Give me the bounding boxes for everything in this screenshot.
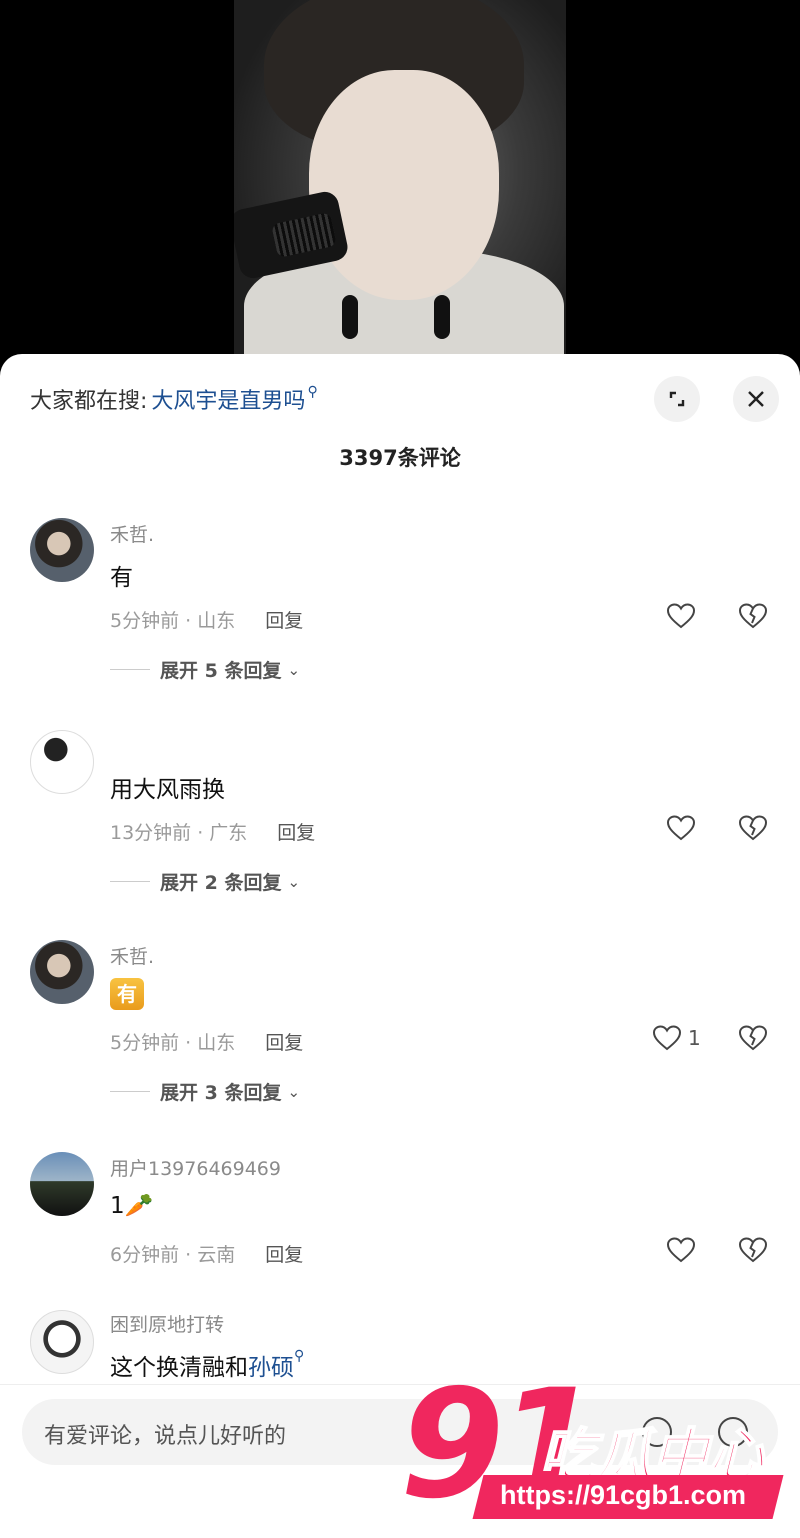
like-button[interactable] [666, 1236, 696, 1264]
reply-button[interactable]: 回复 [265, 1028, 303, 1055]
expand-replies-label: 展开 3 条回复 [160, 1082, 282, 1104]
expand-replies-button[interactable]: 展开 5 条回复 ⌄ [110, 656, 300, 683]
dislike-button[interactable] [738, 602, 768, 634]
comment-text: 有 [110, 978, 144, 1010]
comment-meta: 5分钟前 · 山东 回复 [110, 1028, 303, 1055]
avatar[interactable] [30, 1310, 94, 1374]
avatar[interactable] [30, 1152, 94, 1216]
divider [110, 669, 150, 670]
expand-replies-button[interactable]: 展开 3 条回复 ⌄ [110, 1078, 300, 1105]
expand-icon [669, 391, 685, 407]
watermark-url: https://91cgb1.com [500, 1480, 747, 1510]
heart-icon [666, 1237, 696, 1263]
comment-text-prefix: 这个换清融和 [110, 1355, 248, 1381]
search-suggestion[interactable]: 大家都在搜: 大风宇是直男吗 ⚲ [30, 376, 318, 422]
search-icon: ⚲ [294, 1348, 305, 1364]
video-frame [234, 0, 566, 380]
chevron-down-icon: ⌄ [287, 872, 301, 891]
avatar[interactable] [30, 730, 94, 794]
divider [110, 881, 150, 882]
heart-icon [666, 603, 696, 629]
like-count: 1 [688, 1026, 701, 1050]
dislike-button[interactable] [738, 814, 768, 846]
dislike-button[interactable] [738, 1236, 768, 1268]
video-earbud-right [434, 295, 450, 339]
comment-search-link[interactable]: 孙硕 [248, 1355, 294, 1381]
comment-meta: 13分钟前 · 广东 回复 [110, 818, 315, 845]
video-earbud-left [342, 295, 358, 339]
chevron-down-icon: ⌄ [287, 1082, 301, 1101]
comment-time-location: 6分钟前 · 云南 [110, 1244, 236, 1266]
comment-count: 3397条评论 [339, 446, 461, 470]
dislike-button[interactable] [738, 1024, 768, 1056]
search-icon: ⚲ [307, 384, 318, 400]
reply-button[interactable]: 回复 [265, 1240, 303, 1267]
like-button[interactable]: 1 [652, 1024, 701, 1052]
chevron-down-icon: ⌄ [287, 660, 301, 679]
heart-icon [666, 815, 696, 841]
comment-username[interactable]: 禾哲. [110, 942, 154, 969]
comment-time-location: 13分钟前 · 广东 [110, 822, 248, 844]
expand-replies-label: 展开 2 条回复 [160, 872, 282, 894]
avatar[interactable] [30, 940, 94, 1004]
comment-text: 这个换清融和孙硕⚲ [110, 1348, 304, 1382]
watermark: 91 吃瓜中心 https://91cgb1.com [400, 1370, 790, 1530]
comment-username[interactable]: 用户13976469469 [110, 1154, 281, 1181]
comment-meta: 5分钟前 · 山东 回复 [110, 606, 303, 633]
heart-icon [652, 1025, 682, 1051]
comment-time-location: 5分钟前 · 山东 [110, 610, 236, 632]
expand-replies-button[interactable]: 展开 2 条回复 ⌄ [110, 868, 300, 895]
comment-time-location: 5分钟前 · 山东 [110, 1032, 236, 1054]
comment-text: 1🥕 [110, 1193, 154, 1219]
comment-username[interactable]: 困到原地打转 [110, 1310, 224, 1337]
comment-meta: 6分钟前 · 云南 回复 [110, 1240, 303, 1267]
video-player[interactable] [0, 0, 800, 380]
expand-button[interactable] [654, 376, 700, 422]
comment-text: 用大风雨换 [110, 777, 225, 803]
comment-input-placeholder: 有爱评论，说点儿好听的 [44, 1424, 287, 1449]
close-button[interactable] [733, 376, 779, 422]
like-button[interactable] [666, 814, 696, 842]
broken-heart-icon [738, 1237, 768, 1263]
broken-heart-icon [738, 815, 768, 841]
like-button[interactable] [666, 602, 696, 630]
expand-replies-label: 展开 5 条回复 [160, 660, 282, 682]
avatar[interactable] [30, 518, 94, 582]
broken-heart-icon [738, 603, 768, 629]
close-icon [748, 391, 764, 407]
reply-button[interactable]: 回复 [277, 818, 315, 845]
video-face [309, 70, 499, 300]
comment-username[interactable]: 禾哲. [110, 520, 154, 547]
broken-heart-icon [738, 1025, 768, 1051]
search-term-link[interactable]: 大风宇是直男吗 [151, 383, 305, 415]
divider [110, 1091, 150, 1092]
reply-button[interactable]: 回复 [265, 606, 303, 633]
comment-emoji-text: 有 [110, 978, 144, 1010]
search-prefix: 大家都在搜: [30, 389, 148, 414]
comment-text: 有 [110, 565, 133, 591]
